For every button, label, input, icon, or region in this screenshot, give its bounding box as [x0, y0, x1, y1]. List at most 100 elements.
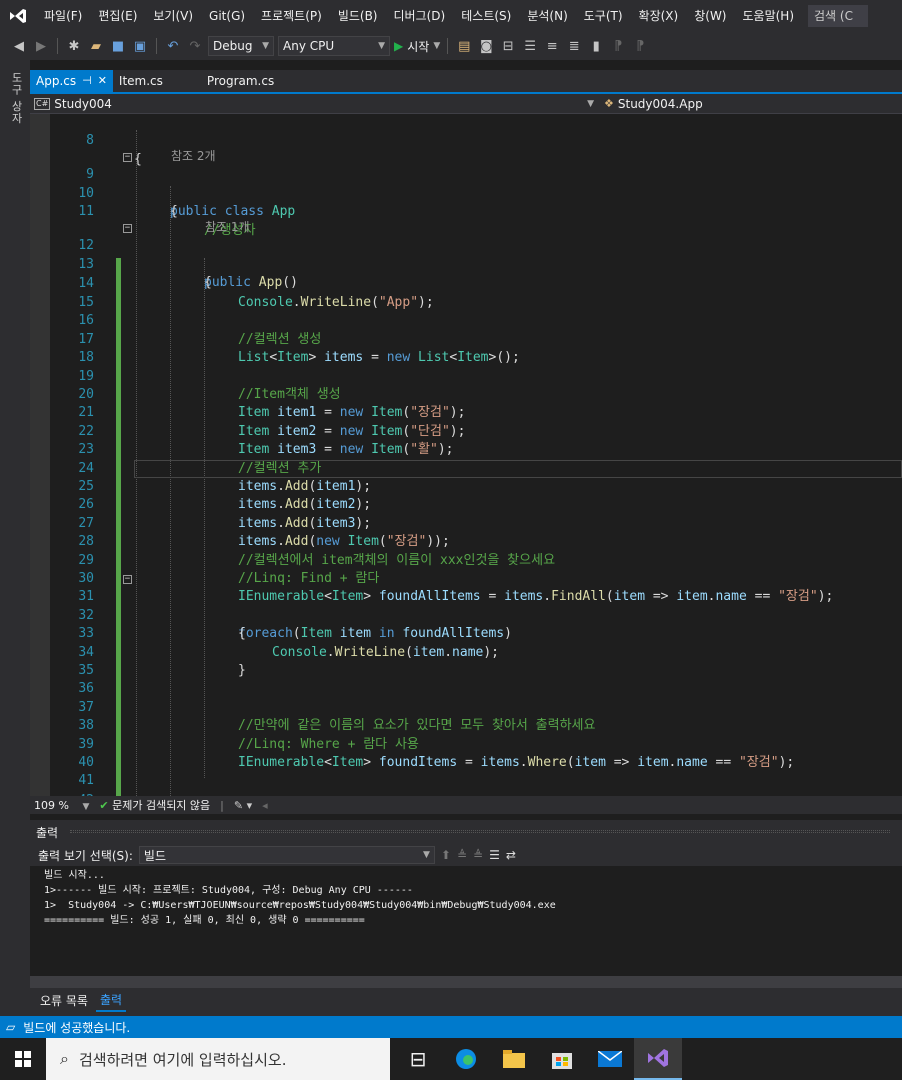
pin-icon[interactable]: ⊣ — [82, 70, 92, 92]
chevron-down-icon: ▼ — [262, 41, 269, 51]
file-explorer-icon[interactable] — [490, 1038, 538, 1080]
back-icon[interactable]: ◀ — [10, 39, 28, 54]
task-view-icon[interactable]: ⊟ — [394, 1038, 442, 1080]
redo-icon[interactable]: ↷ — [186, 39, 204, 54]
tab-output[interactable]: 출력 — [95, 989, 127, 1012]
document-tabs: App.cs ⊣ ✕ Item.cs Program.cs — [30, 70, 902, 92]
code-line: 40 — [30, 736, 902, 770]
type-name: Study004.App — [617, 96, 703, 111]
codelens-references[interactable]: 참조 2개 — [30, 132, 902, 163]
code-line: 30 IEnumerable<Item> foundAllItems = ite… — [30, 552, 902, 604]
toolbox-tab[interactable]: 도구 상자 — [8, 72, 24, 125]
menu-edit[interactable]: 편집(E) — [90, 0, 145, 32]
tab-app-cs[interactable]: App.cs ⊣ ✕ — [30, 70, 113, 92]
menu-help[interactable]: 도움말(H) — [735, 0, 803, 32]
save-all-icon[interactable]: ▣ — [131, 39, 149, 54]
taskbar-search-input[interactable]: ⌕ 검색하려면 여기에 입력하십시오. — [46, 1038, 390, 1080]
bookmark-icon[interactable]: ▮ — [587, 39, 605, 54]
solution-config-dropdown[interactable]: Debug ▼ — [208, 36, 274, 56]
code-line: 38 //Linq: Where + 람다 사용 — [30, 699, 902, 751]
code-line: 11 //생성자 — [30, 185, 902, 237]
build-status-icon: ▱ — [6, 1020, 16, 1034]
menu-analyze[interactable]: 분석(N) — [519, 0, 575, 32]
visual-studio-taskbar-icon[interactable] — [634, 1038, 682, 1080]
forward-icon[interactable]: ▶ — [32, 39, 50, 54]
output-toolbar: 출력 보기 선택(S): 빌드 ▼ ⬆ ≜ ≜ ☰ ⇄ — [30, 844, 902, 866]
code-line: 17 List<Item> items = new List<Item>(); — [30, 312, 902, 365]
collapse-icon[interactable]: − — [123, 153, 132, 162]
tab-item-cs[interactable]: Item.cs — [113, 70, 201, 92]
codelens-references[interactable]: 참조 1개 — [30, 203, 902, 234]
tab-program-cs[interactable]: Program.cs — [201, 70, 280, 92]
indent-icon[interactable]: ⊟ — [499, 39, 517, 54]
output-source-dropdown[interactable]: 빌드 ▼ — [138, 846, 435, 864]
platform-dropdown[interactable]: Any CPU ▼ — [278, 36, 390, 56]
save-icon[interactable]: ■ — [109, 39, 127, 54]
format-icon[interactable]: ☰ — [521, 39, 539, 54]
code-line: 20 Item item1 = new Item("장검"); — [30, 368, 902, 420]
next-bookmark-icon[interactable]: ⁋ — [631, 39, 649, 54]
code-cleanup-icon[interactable]: ✎ ▾ — [234, 799, 252, 812]
edge-browser-icon[interactable] — [442, 1038, 490, 1080]
next-message-icon[interactable]: ≜ — [473, 848, 483, 862]
comment-icon[interactable]: ≡ — [543, 39, 561, 54]
uncomment-icon[interactable]: ≣ — [565, 39, 583, 54]
tab-error-list[interactable]: 오류 목록 — [36, 990, 92, 1011]
panel-grip[interactable] — [70, 830, 890, 833]
collapse-icon[interactable]: − — [123, 224, 132, 233]
issues-indicator[interactable]: ✔ 문제가 검색되지 않음 — [99, 797, 210, 813]
output-panel-title: 출력 — [36, 826, 59, 840]
code-line: 24 items.Add(item1); — [30, 441, 902, 494]
project-dropdown[interactable]: C# Study004 ▼ — [30, 97, 600, 111]
menu-project[interactable]: 프로젝트(P) — [253, 0, 330, 32]
code-line: 12 − public App() — [30, 219, 902, 291]
code-line: 10 { — [30, 166, 902, 219]
menu-tools[interactable]: 도구(T) — [576, 0, 631, 32]
csharp-project-icon: C# — [34, 97, 51, 110]
scroll-left-icon[interactable]: ◂ — [262, 799, 268, 812]
search-box[interactable]: 검색 (C — [808, 5, 869, 27]
zoom-level: 109 % — [34, 798, 69, 812]
code-line: 33 Console.WriteLine(item.name); — [30, 607, 902, 659]
windows-start-icon[interactable] — [0, 1038, 46, 1080]
camera-icon[interactable]: ◙ — [477, 39, 495, 54]
mail-icon[interactable] — [586, 1038, 634, 1080]
code-line: 21 Item item2 = new Item("단검"); — [30, 386, 902, 438]
issues-text: 문제가 검색되지 않음 — [112, 799, 211, 812]
code-editor[interactable]: 8 { 참조 2개 9 − public class App 10 { 11 /… — [30, 114, 902, 796]
output-text-area[interactable]: 빌드 시작... 1>------ 빌드 시작: 프로젝트: Study004, … — [30, 866, 902, 976]
chevron-down-icon: ▼ — [378, 41, 385, 51]
menu-build[interactable]: 빌드(B) — [330, 0, 386, 32]
zoom-dropdown[interactable]: 109 % ▼ — [34, 799, 89, 812]
browser-link-icon[interactable]: ▤ — [455, 39, 473, 54]
visual-studio-logo-icon[interactable] — [0, 0, 36, 32]
start-button[interactable]: ▶ 시작 ▼ — [394, 38, 440, 55]
clear-all-icon[interactable]: ☰ — [489, 848, 500, 862]
menu-test[interactable]: 테스트(S) — [453, 0, 519, 32]
menu-view[interactable]: 보기(V) — [145, 0, 201, 32]
menu-git[interactable]: Git(G) — [201, 0, 253, 32]
close-icon[interactable]: ✕ — [98, 70, 107, 92]
code-line: 29 //Linq: Find + 람다 — [30, 533, 902, 586]
platform-value: Any CPU — [283, 39, 335, 53]
undo-icon[interactable]: ↶ — [164, 39, 182, 54]
menu-debug[interactable]: 디버그(D) — [386, 0, 454, 32]
prev-message-icon[interactable]: ≜ — [457, 848, 467, 862]
output-line: 빌드 시작... — [44, 870, 105, 881]
type-dropdown[interactable]: ❖ Study004.App — [600, 97, 703, 111]
tab-label: App.cs — [36, 74, 77, 88]
word-wrap-icon[interactable]: ⇄ — [506, 848, 516, 862]
collapse-icon[interactable]: − — [123, 575, 132, 584]
menu-window[interactable]: 창(W) — [686, 0, 734, 32]
microsoft-store-icon[interactable] — [538, 1038, 586, 1080]
menu-file[interactable]: 파일(F) — [36, 0, 90, 32]
code-line-current: 25 items.Add(item2); — [30, 460, 902, 512]
new-item-icon[interactable]: ✱ — [65, 39, 83, 54]
horizontal-scrollbar[interactable] — [30, 976, 902, 988]
find-message-icon[interactable]: ⬆ — [441, 848, 451, 862]
open-folder-icon[interactable]: ▰ — [87, 39, 105, 54]
code-line: 9 − public class App — [30, 148, 902, 220]
status-bar: ▱ 빌드에 성공했습니다. — [0, 1016, 902, 1038]
menu-extensions[interactable]: 확장(X) — [631, 0, 687, 32]
prev-bookmark-icon[interactable]: ⁋ — [609, 39, 627, 54]
